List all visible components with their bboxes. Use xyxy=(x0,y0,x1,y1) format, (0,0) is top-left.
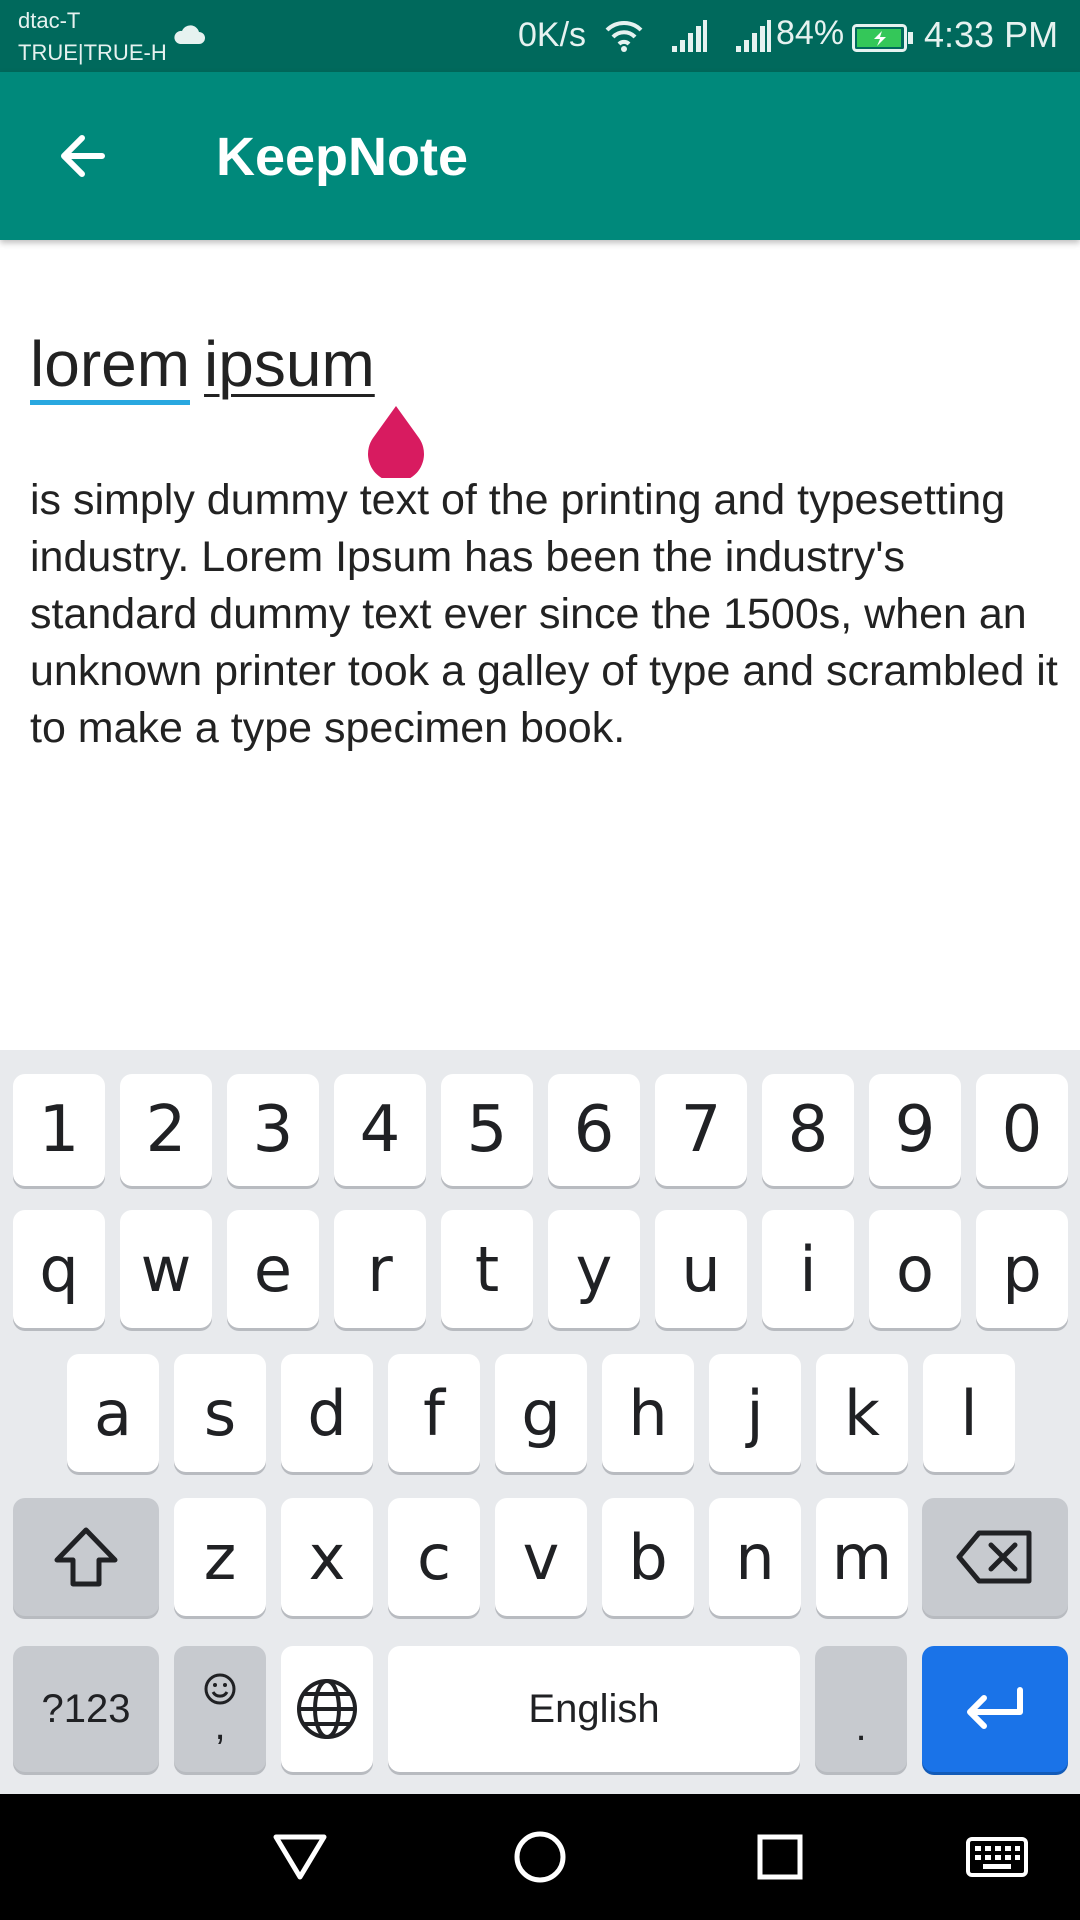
key-k[interactable]: k xyxy=(816,1354,908,1472)
key-i[interactable]: i xyxy=(762,1210,854,1328)
signal-icon xyxy=(736,20,771,52)
period-key[interactable]: . xyxy=(815,1646,907,1772)
shift-key[interactable] xyxy=(13,1498,159,1616)
nav-back-button[interactable] xyxy=(265,1822,335,1892)
key-t[interactable]: t xyxy=(441,1210,533,1328)
backspace-key[interactable] xyxy=(922,1498,1068,1616)
wifi-icon xyxy=(605,20,643,52)
battery-percent: 84% xyxy=(776,14,845,52)
key-e[interactable]: e xyxy=(227,1210,319,1328)
key-q[interactable]: q xyxy=(13,1210,105,1328)
key-z[interactable]: z xyxy=(174,1498,266,1616)
key-a[interactable]: a xyxy=(67,1354,159,1472)
key-1[interactable]: 1 xyxy=(13,1074,105,1186)
nav-keyboard-button[interactable] xyxy=(957,1822,1037,1892)
key-x[interactable]: x xyxy=(281,1498,373,1616)
key-w[interactable]: w xyxy=(120,1210,212,1328)
app-title: KeepNote xyxy=(216,127,469,187)
key-4[interactable]: 4 xyxy=(334,1074,426,1186)
carrier-label-2: TRUE|TRUE-H xyxy=(18,40,167,65)
cloud-icon xyxy=(174,25,205,44)
language-key[interactable] xyxy=(281,1646,373,1772)
key-j[interactable]: j xyxy=(709,1354,801,1472)
back-button[interactable] xyxy=(40,114,124,198)
battery-charging-icon xyxy=(852,24,913,52)
emoji-icon xyxy=(204,1673,236,1705)
emoji-comma-key[interactable]: , xyxy=(174,1646,266,1772)
key-7[interactable]: 7 xyxy=(655,1074,747,1186)
title-word-composing: lorem xyxy=(30,328,191,405)
app-bar: KeepNote xyxy=(0,72,1080,240)
enter-key[interactable] xyxy=(922,1646,1068,1772)
key-5[interactable]: 5 xyxy=(441,1074,533,1186)
arrow-back-icon xyxy=(61,135,105,177)
shift-icon xyxy=(54,1527,118,1587)
key-8[interactable]: 8 xyxy=(762,1074,854,1186)
key-l[interactable]: l xyxy=(923,1354,1015,1472)
key-n[interactable]: n xyxy=(709,1498,801,1616)
soft-keyboard: 1 2 3 4 5 6 7 8 9 0 q w e r t y u i o p … xyxy=(0,1050,1080,1794)
key-6[interactable]: 6 xyxy=(548,1074,640,1186)
backspace-icon xyxy=(956,1530,1032,1584)
key-o[interactable]: o xyxy=(869,1210,961,1328)
globe-icon xyxy=(297,1679,357,1739)
key-3[interactable]: 3 xyxy=(227,1074,319,1186)
signal-icon xyxy=(672,20,707,52)
status-bar: dtac-T TRUE|TRUE-H 0K/s 84% 4:33 PM xyxy=(0,0,1080,72)
comma-label: , xyxy=(214,1704,226,1748)
cursor-handle[interactable] xyxy=(366,404,426,478)
key-f[interactable]: f xyxy=(388,1354,480,1472)
key-r[interactable]: r xyxy=(334,1210,426,1328)
key-v[interactable]: v xyxy=(495,1498,587,1616)
note-title-input[interactable]: lorem ipsum xyxy=(30,326,375,405)
nav-recents-button[interactable] xyxy=(745,1822,815,1892)
clock: 4:33 PM xyxy=(924,14,1059,55)
key-s[interactable]: s xyxy=(174,1354,266,1472)
key-p[interactable]: p xyxy=(976,1210,1068,1328)
key-d[interactable]: d xyxy=(281,1354,373,1472)
key-0[interactable]: 0 xyxy=(976,1074,1068,1186)
carrier-label-1: dtac-T xyxy=(18,8,81,33)
key-2[interactable]: 2 xyxy=(120,1074,212,1186)
symbols-key[interactable]: ?123 xyxy=(13,1646,159,1772)
key-y[interactable]: y xyxy=(548,1210,640,1328)
space-key[interactable]: English xyxy=(388,1646,800,1772)
keyboard-icon xyxy=(966,1837,1028,1877)
back-triangle-icon xyxy=(273,1834,327,1880)
navigation-bar xyxy=(0,1794,1080,1920)
network-speed: 0K/s xyxy=(518,16,587,54)
nav-home-button[interactable] xyxy=(505,1822,575,1892)
recents-square-icon xyxy=(757,1834,803,1880)
key-c[interactable]: c xyxy=(388,1498,480,1616)
title-word: ipsum xyxy=(204,328,375,400)
note-body-input[interactable]: is simply dummy text of the printing and… xyxy=(30,472,1060,757)
enter-icon xyxy=(967,1687,1023,1729)
key-9[interactable]: 9 xyxy=(869,1074,961,1186)
key-u[interactable]: u xyxy=(655,1210,747,1328)
home-circle-icon xyxy=(514,1831,566,1883)
key-m[interactable]: m xyxy=(816,1498,908,1616)
key-b[interactable]: b xyxy=(602,1498,694,1616)
key-g[interactable]: g xyxy=(495,1354,587,1472)
key-h[interactable]: h xyxy=(602,1354,694,1472)
